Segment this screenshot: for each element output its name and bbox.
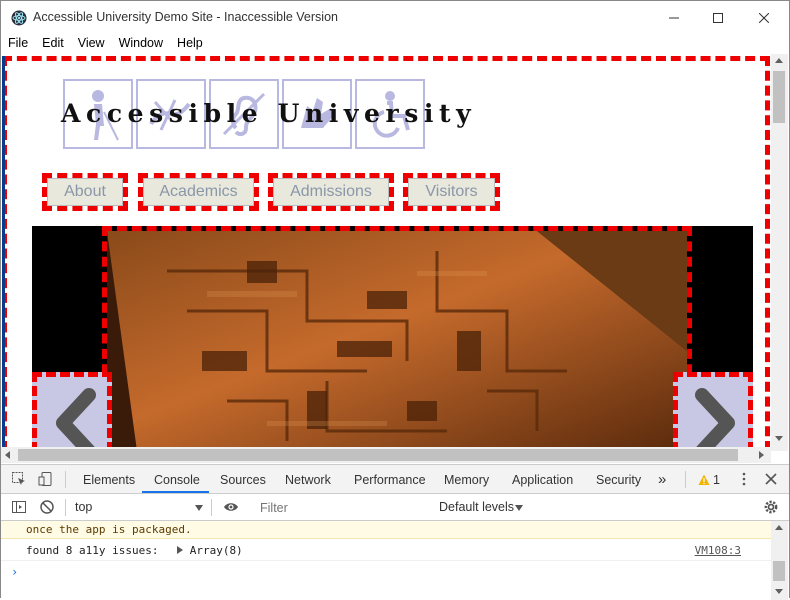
context-selector[interactable]: top [75, 500, 92, 514]
tab-application[interactable]: Application [512, 473, 573, 487]
active-tab-indicator [142, 491, 209, 493]
console-output: once the app is packaged. found 8 a11y i… [1, 521, 771, 600]
tab-elements[interactable]: Elements [83, 473, 135, 487]
expand-triangle-icon[interactable] [177, 546, 184, 554]
scroll-down-icon[interactable] [775, 589, 783, 594]
toolbar-divider [65, 471, 66, 488]
console-toolbar: top Default levels [1, 494, 789, 521]
show-console-sidebar-icon[interactable] [11, 499, 27, 515]
page-vertical-scrollbar[interactable] [771, 54, 788, 451]
inspect-element-icon[interactable] [11, 471, 27, 487]
log-object-preview[interactable]: Array(8) [190, 544, 243, 557]
log-source-link[interactable]: VM108:3 [695, 544, 741, 557]
carousel-prev-button[interactable] [32, 372, 112, 451]
tab-sources[interactable]: Sources [220, 473, 266, 487]
tab-security[interactable]: Security [596, 473, 641, 487]
console-scroll-thumb[interactable] [773, 561, 785, 581]
minimize-button[interactable] [651, 1, 697, 34]
electron-app-icon [11, 10, 27, 26]
minimize-icon [669, 17, 679, 18]
toolbar-divider [65, 499, 66, 516]
console-prompt[interactable]: › [11, 565, 18, 579]
eye-icon[interactable] [223, 499, 239, 515]
devtools-panel: Elements Console Sources Network Perform… [1, 464, 789, 600]
tab-memory[interactable]: Memory [444, 473, 489, 487]
app-window: Accessible University Demo Site - Inacce… [0, 0, 790, 600]
toolbar-divider [211, 499, 212, 516]
more-tabs-button[interactable]: » [658, 471, 666, 488]
close-window-button[interactable] [741, 1, 787, 34]
scroll-up-icon[interactable] [775, 525, 783, 530]
title-bar: Accessible University Demo Site - Inacce… [1, 1, 789, 34]
menu-file[interactable]: File [1, 34, 35, 54]
toolbar-divider [685, 471, 686, 488]
scroll-down-icon[interactable] [775, 436, 783, 441]
console-log-line: found 8 a11y issues: Array(8) VM108:3 [1, 539, 771, 561]
menu-window[interactable]: Window [112, 34, 170, 54]
page-scroll-thumb[interactable] [773, 71, 785, 123]
menu-help[interactable]: Help [170, 34, 210, 54]
nav-academics[interactable]: Academics [138, 173, 259, 211]
nav-about[interactable]: About [42, 173, 128, 211]
scroll-left-icon[interactable] [5, 451, 10, 459]
carousel-next-button[interactable] [673, 372, 753, 451]
site-logo-title[interactable]: Accessible University [61, 99, 476, 128]
console-warning-line: once the app is packaged. [1, 521, 771, 539]
devtools-tab-bar: Elements Console Sources Network Perform… [1, 465, 789, 494]
horizontal-scroll-thumb[interactable] [18, 449, 738, 461]
device-toolbar-icon[interactable] [38, 471, 54, 487]
scroll-right-icon[interactable] [759, 451, 764, 459]
close-devtools-icon[interactable] [763, 471, 779, 487]
slide-a11y-outline [102, 226, 692, 451]
nav-admissions-label[interactable]: Admissions [273, 178, 389, 206]
log-levels-dropdown[interactable]: Default levels [439, 500, 514, 514]
tab-network[interactable]: Network [285, 473, 331, 487]
menu-bar: File Edit View Window Help [1, 34, 789, 54]
menu-edit[interactable]: Edit [35, 34, 71, 54]
page-horizontal-scrollbar[interactable] [1, 447, 771, 463]
console-scrollbar[interactable] [771, 521, 788, 600]
tab-performance[interactable]: Performance [354, 473, 426, 487]
maximize-button[interactable] [695, 1, 741, 34]
gear-icon[interactable] [763, 499, 779, 515]
warning-icon[interactable] [698, 474, 710, 486]
nav-visitors-label[interactable]: Visitors [408, 178, 495, 206]
chevron-down-icon[interactable] [515, 505, 523, 511]
web-content: Accessible University About Academics Ad… [1, 54, 789, 451]
log-message: found 8 a11y issues: [26, 544, 159, 557]
kebab-menu-icon[interactable] [736, 471, 752, 487]
nav-academics-label[interactable]: Academics [143, 178, 254, 206]
close-icon [759, 12, 769, 23]
tab-console[interactable]: Console [154, 473, 200, 487]
chevron-right-icon [695, 388, 735, 451]
nav-about-label[interactable]: About [47, 178, 123, 206]
console-filter-input[interactable] [255, 498, 431, 517]
scroll-up-icon[interactable] [775, 58, 783, 63]
maximize-icon [713, 12, 723, 23]
nav-admissions[interactable]: Admissions [268, 173, 394, 211]
clear-console-icon[interactable] [39, 499, 55, 515]
chevron-left-icon [56, 388, 96, 451]
menu-view[interactable]: View [71, 34, 112, 54]
chevron-down-icon[interactable] [195, 505, 203, 511]
window-title: Accessible University Demo Site - Inacce… [33, 10, 338, 24]
warning-count[interactable]: 1 [713, 473, 720, 487]
nav-visitors[interactable]: Visitors [403, 173, 500, 211]
image-carousel [32, 226, 753, 451]
